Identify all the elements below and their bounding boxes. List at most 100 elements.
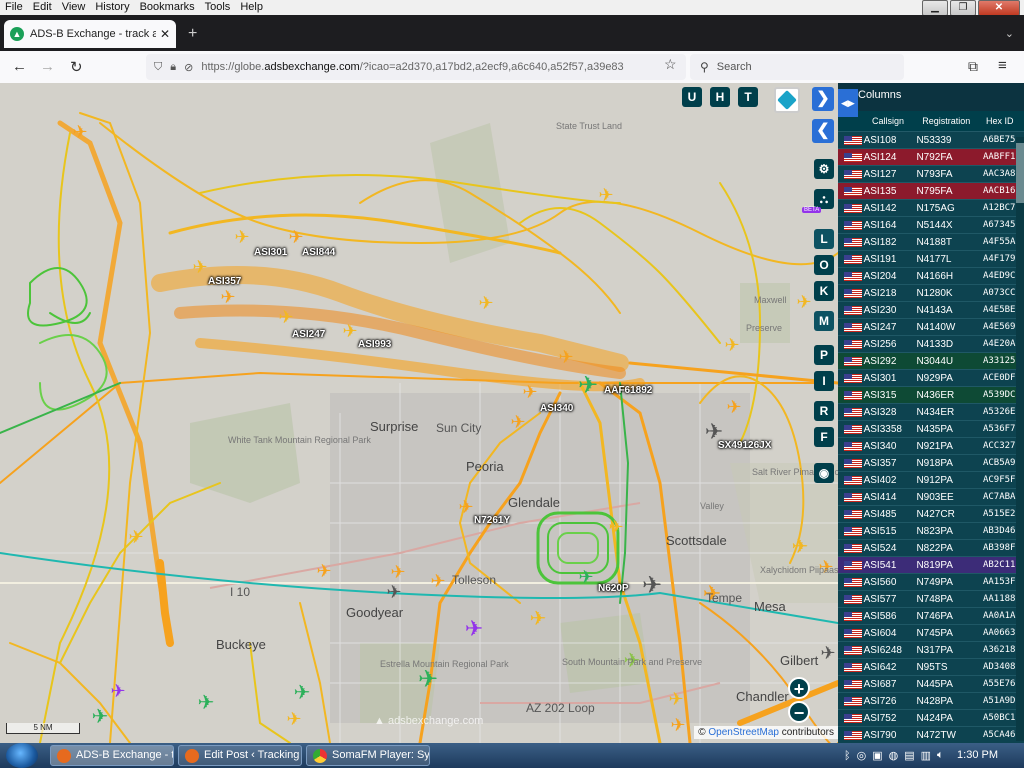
- table-row[interactable]: ASI135 N795FA AACB16: [838, 183, 1024, 200]
- table-row[interactable]: ASI292 N3044U A33125: [838, 353, 1024, 370]
- aircraft-icon[interactable]: ✈: [578, 567, 593, 587]
- permissions-icon[interactable]: ⊘: [184, 61, 193, 74]
- aircraft-icon[interactable]: ✈: [670, 715, 685, 735]
- aircraft-label[interactable]: ASI301: [254, 247, 287, 258]
- table-row[interactable]: ASI560 N749PA AA153F: [838, 574, 1024, 591]
- search-input[interactable]: ⚲ Search: [690, 54, 904, 80]
- map-button-f[interactable]: F: [814, 427, 834, 447]
- table-row[interactable]: ASI3358 N435PA A536F7: [838, 421, 1024, 438]
- table-row[interactable]: ASI485 N427CR A515E2: [838, 506, 1024, 523]
- table-row[interactable]: ASI577 N748PA AA1188: [838, 591, 1024, 608]
- url-text[interactable]: https://globe.adsbexchange.com/?icao=a2d…: [201, 61, 623, 73]
- settings-gear-icon[interactable]: ⚙: [814, 159, 834, 179]
- expand-chevron-right-icon[interactable]: ❯: [812, 87, 834, 111]
- table-row[interactable]: ASI301 N929PA ACE0DF: [838, 370, 1024, 387]
- aircraft-icon[interactable]: ✈: [465, 616, 483, 641]
- start-button[interactable]: [6, 743, 38, 768]
- table-row[interactable]: ASI315 N436ER A539DC: [838, 387, 1024, 404]
- table-row[interactable]: ASI790 N472TW A5CA46: [838, 727, 1024, 743]
- aircraft-icon[interactable]: ✈: [198, 692, 215, 714]
- aircraft-icon[interactable]: ✈: [92, 706, 109, 728]
- table-row[interactable]: ASI328 N434ER A5326E: [838, 404, 1024, 421]
- map-button-r[interactable]: R: [814, 401, 834, 421]
- aircraft-icon[interactable]: ✈: [458, 497, 473, 517]
- table-row[interactable]: ASI687 N445PA A55E76: [838, 676, 1024, 693]
- aircraft-icon[interactable]: ✈: [110, 681, 125, 701]
- table-row[interactable]: ASI256 N4133D A4E20A: [838, 336, 1024, 353]
- chrome-tray-icon[interactable]: ◍: [889, 749, 899, 762]
- menu-view[interactable]: View: [57, 0, 91, 15]
- bluetooth-icon[interactable]: ᛒ: [844, 750, 851, 762]
- table-row[interactable]: ASI402 N912PA AC9F5F: [838, 472, 1024, 489]
- table-row[interactable]: ASI6248 N317PA A36218: [838, 642, 1024, 659]
- table-row[interactable]: ASI191 N4177L A4F179: [838, 251, 1024, 268]
- aircraft-icon[interactable]: ✈: [796, 292, 811, 312]
- menu-history[interactable]: History: [90, 0, 134, 15]
- map-button-h[interactable]: H: [710, 87, 730, 107]
- map-button-u[interactable]: U: [682, 87, 702, 107]
- menu-file[interactable]: File: [0, 0, 28, 15]
- columns-button[interactable]: Columns: [858, 89, 901, 101]
- clock[interactable]: 1:30 PM: [957, 749, 998, 761]
- tab-adsb[interactable]: ▲ ADS-B Exchange - track aircraft ✕: [4, 20, 176, 48]
- aircraft-icon[interactable]: ✈: [724, 335, 739, 355]
- aircraft-icon[interactable]: ✈: [278, 307, 293, 327]
- restore-icon[interactable]: ❐: [950, 0, 976, 16]
- aircraft-icon[interactable]: ✈: [418, 666, 438, 693]
- aircraft-label[interactable]: ASI247: [292, 329, 325, 340]
- aircraft-icon[interactable]: ✈: [390, 562, 405, 582]
- aircraft-icon[interactable]: ✈: [608, 517, 623, 537]
- aircraft-icon[interactable]: ✈: [522, 382, 537, 402]
- map-button-t[interactable]: T: [738, 87, 758, 107]
- map-button-p[interactable]: P: [814, 345, 834, 365]
- table-row[interactable]: ASI414 N903EE AC7ABA: [838, 489, 1024, 506]
- aircraft-icon[interactable]: ✈: [72, 122, 87, 142]
- aircraft-icon[interactable]: ✈: [288, 227, 303, 247]
- layers-button[interactable]: [774, 87, 800, 113]
- new-tab-icon[interactable]: +: [188, 25, 197, 43]
- aircraft-label[interactable]: ASI340: [540, 403, 573, 414]
- aircraft-icon[interactable]: ✈: [530, 608, 547, 630]
- table-row[interactable]: ASI218 N1280K A073CC: [838, 285, 1024, 302]
- aircraft-icon[interactable]: ✈: [386, 582, 401, 602]
- map-button-o[interactable]: O: [814, 255, 834, 275]
- table-row[interactable]: ASI127 N793FA AAC3A8: [838, 166, 1024, 183]
- header-callsign[interactable]: Callsign: [838, 116, 908, 126]
- zoom-in-button[interactable]: +: [788, 677, 810, 699]
- table-row[interactable]: ASI515 N823PA AB3D46: [838, 523, 1024, 540]
- collapse-chevron-left-icon[interactable]: ❮: [812, 119, 834, 143]
- extensions-icon[interactable]: ⧉: [968, 58, 978, 75]
- aircraft-icon[interactable]: ✈: [668, 689, 683, 709]
- network-icon[interactable]: ▥: [921, 749, 931, 762]
- aircraft-label[interactable]: AAF61892: [604, 385, 652, 396]
- attribution-link[interactable]: OpenStreetMap: [708, 727, 779, 738]
- aircraft-icon[interactable]: ✈: [558, 347, 573, 367]
- aircraft-icon[interactable]: ✈: [192, 257, 207, 277]
- aircraft-label[interactable]: N620P: [598, 583, 629, 594]
- table-row[interactable]: ASI164 N5144X A67345: [838, 217, 1024, 234]
- table-row[interactable]: ASI124 N792FA AABFF1: [838, 149, 1024, 166]
- table-row[interactable]: ASI726 N428PA A51A9D: [838, 693, 1024, 710]
- aircraft-icon[interactable]: ✈: [220, 287, 235, 307]
- map-view[interactable]: ✈ ✈ ✈ ✈ ✈ ✈ ✈ ✈ ✈ ✈ ✈ ✈ ✈ ✈ ✈ ✈ ✈ ✈ ✈ ✈ …: [0, 83, 838, 743]
- aircraft-icon-selected[interactable]: ✈: [578, 372, 598, 399]
- aircraft-icon[interactable]: ✈: [726, 397, 741, 417]
- aircraft-icon[interactable]: ✈: [598, 185, 613, 205]
- menu-bookmarks[interactable]: Bookmarks: [135, 0, 200, 15]
- table-row[interactable]: ASI204 N4166H A4ED9C: [838, 268, 1024, 285]
- aircraft-icon-cluster[interactable]: ✈: [642, 572, 662, 599]
- table-row[interactable]: ASI108 N53339 A6BE75: [838, 132, 1024, 149]
- aircraft-icon[interactable]: ✈: [792, 536, 809, 558]
- tracking-shield-icon[interactable]: ⛉: [154, 61, 162, 74]
- table-row[interactable]: ASI752 N424PA A50BC1: [838, 710, 1024, 727]
- replay-icon[interactable]: ◉: [814, 463, 834, 483]
- aircraft-icon[interactable]: ✈: [294, 682, 311, 704]
- table-row[interactable]: ASI524 N822PA AB398F: [838, 540, 1024, 557]
- back-icon[interactable]: ←: [12, 58, 27, 75]
- minimize-icon[interactable]: ▁: [922, 0, 948, 16]
- table-row[interactable]: ASI541 N819PA AB2C11: [838, 557, 1024, 574]
- table-scrollbar[interactable]: [1016, 137, 1024, 741]
- table-row[interactable]: ASI586 N746PA AA0A1A: [838, 608, 1024, 625]
- map-button-i[interactable]: I: [814, 371, 834, 391]
- reload-icon[interactable]: ↻: [70, 58, 83, 76]
